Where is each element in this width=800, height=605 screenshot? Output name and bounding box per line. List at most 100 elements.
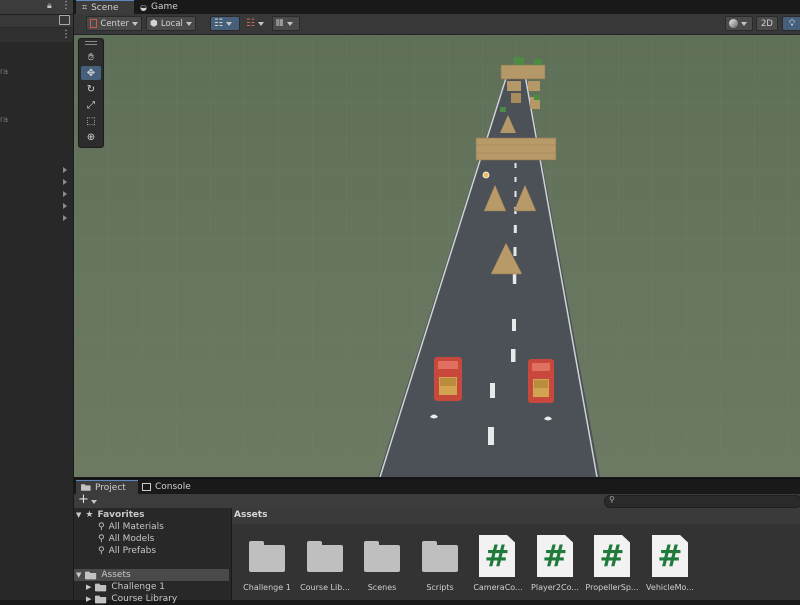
search-icon: ⚲ [98, 546, 105, 556]
expand-arrow-icon[interactable] [63, 191, 67, 197]
asset-label[interactable]: VehicleMo... [642, 583, 698, 592]
hierarchy-panel: 🔒︎ ⋮ ⋮ nera er nera er [0, 0, 74, 600]
kebab-menu-icon[interactable]: ⋮ [61, 29, 71, 40]
expand-down-icon: ▼ [76, 571, 82, 579]
csharp-script-icon[interactable]: # [594, 535, 630, 577]
rect-tool-icon[interactable]: ⬚ [81, 114, 101, 128]
tree-item-all-prefabs[interactable]: ⚲ All Prefabs [98, 545, 156, 557]
search-icon: ⚲ [98, 522, 105, 532]
scene-render [74, 35, 800, 477]
move-tool-icon[interactable]: ✥ [81, 66, 101, 80]
hierarchy-search-row [0, 15, 73, 27]
expand-arrow-icon[interactable] [63, 203, 67, 209]
light-gizmo[interactable] [482, 171, 490, 179]
tree-label: Course Library [111, 594, 178, 604]
lighting-toggle-button[interactable]: 💡︎ [782, 16, 800, 31]
plus-icon: + [78, 492, 89, 507]
search-input[interactable]: ⚲ [604, 495, 800, 508]
scene-tab-bar: ⌗ Scene ◒ Game [74, 0, 800, 14]
vehicle[interactable] [434, 357, 462, 401]
grid-snap-icon: ☷ [214, 18, 223, 29]
kebab-menu-icon[interactable]: ⋮ [61, 0, 71, 11]
tree-assets[interactable]: ▼ Assets [74, 569, 229, 581]
scale-tool-icon[interactable]: ⤢ [81, 98, 101, 112]
asset-label[interactable]: Course Lib... [297, 583, 353, 592]
vehicle[interactable] [528, 359, 554, 403]
expand-down-icon: ▼ [76, 511, 82, 519]
chevron-down-icon [185, 21, 192, 26]
asset-folder-icon[interactable] [422, 541, 458, 572]
expand-right-icon: ▶ [86, 583, 92, 591]
hierarchy-item[interactable]: nera [0, 67, 8, 76]
transform-tool-icon[interactable]: ⊕ [81, 130, 101, 144]
shading-sphere-icon [729, 19, 738, 28]
add-asset-button[interactable]: + [78, 492, 89, 507]
project-tree: ▼ ★ Favorites ⚲ All Materials ⚲ All Mode… [74, 508, 232, 604]
hand-tool-icon[interactable]: ✋︎ [81, 50, 101, 64]
asset-label[interactable]: Scenes [356, 583, 408, 592]
cube-icon: ⬢ [150, 18, 158, 29]
palette-grip[interactable] [85, 41, 97, 42]
tree-label: All Models [108, 534, 155, 544]
transform-tool-palette: ✋︎ ✥ ↻ ⤢ ⬚ ⊕ [78, 38, 104, 148]
hierarchy-item[interactable]: nera [0, 115, 8, 124]
tree-item-challenge-1[interactable]: ▶ Challenge 1 [86, 581, 165, 593]
scene-toolbar: Center ⬢ Local ☷ ☷ ⫴⫴ 2D 💡︎ [74, 14, 800, 35]
align-button[interactable]: ⫴⫴ [272, 16, 300, 31]
csharp-script-icon[interactable]: # [652, 535, 688, 577]
search-scope-icon[interactable] [59, 15, 70, 25]
grid-snap-button[interactable]: ☷ [210, 16, 240, 31]
chevron-down-icon [132, 21, 138, 26]
search-icon: ⚲ [98, 534, 105, 544]
grid-icon: ⌗ [82, 2, 88, 13]
chevron-down-icon[interactable] [91, 500, 97, 504]
tree-label: Assets [101, 570, 131, 580]
tree-label: Challenge 1 [111, 582, 165, 592]
expand-arrow-icon[interactable] [63, 179, 67, 185]
breadcrumb: Assets [232, 508, 800, 524]
2d-label: 2D [761, 18, 773, 29]
tab-label: Game [150, 2, 178, 12]
tab-scene[interactable]: ⌗ Scene [76, 0, 134, 14]
align-icon: ⫴⫴ [276, 18, 284, 29]
space-dropdown[interactable]: ⬢ Local [146, 16, 196, 31]
chevron-down-icon [225, 21, 232, 26]
2d-toggle-button[interactable]: 2D [756, 16, 778, 31]
tree-item-course-library[interactable]: ▶ Course Library [86, 593, 177, 605]
asset-label[interactable]: Scripts [414, 583, 466, 592]
asset-label[interactable]: CameraCo... [470, 583, 526, 592]
lock-icon[interactable]: 🔒︎ [47, 1, 52, 11]
expand-arrow-icon[interactable] [63, 167, 67, 173]
tree-label: All Materials [108, 522, 164, 532]
rotate-tool-icon[interactable]: ↻ [81, 82, 101, 96]
project-toolbar: + ⚲ [74, 492, 800, 509]
folder-icon [95, 583, 107, 591]
tree-label: All Prefabs [108, 546, 157, 556]
scene-viewport[interactable] [74, 35, 800, 477]
increment-snap-button[interactable]: ☷ [242, 16, 270, 31]
tree-favorites[interactable]: ▼ ★ Favorites [76, 509, 145, 521]
csharp-script-icon[interactable]: # [537, 535, 573, 577]
pivot-dropdown[interactable]: Center [86, 16, 142, 31]
tab-game[interactable]: ◒ Game [138, 0, 200, 14]
csharp-script-icon[interactable]: # [479, 535, 515, 577]
hierarchy-scene-row: ⋮ [0, 28, 73, 42]
asset-folder-icon[interactable] [307, 541, 343, 572]
asset-folder-icon[interactable] [364, 541, 400, 572]
tree-item-all-materials[interactable]: ⚲ All Materials [98, 521, 164, 533]
space-label: Local [160, 18, 183, 29]
pivot-label: Center [100, 18, 129, 29]
tree-item-all-models[interactable]: ⚲ All Models [98, 533, 154, 545]
tab-console[interactable]: Console [142, 480, 202, 494]
asset-label[interactable]: Challenge 1 [241, 583, 293, 592]
tab-label: Console [155, 482, 191, 492]
lightbulb-icon: 💡︎ [788, 18, 796, 29]
chevron-down-icon [286, 21, 293, 26]
asset-label[interactable]: Player2Co... [527, 583, 583, 592]
palette-grip[interactable] [85, 44, 97, 45]
draw-mode-dropdown[interactable] [725, 16, 753, 31]
breadcrumb-assets[interactable]: Assets [234, 510, 267, 520]
expand-arrow-icon[interactable] [63, 215, 67, 221]
asset-folder-icon[interactable] [249, 541, 285, 572]
asset-label[interactable]: PropellerSp... [584, 583, 640, 592]
